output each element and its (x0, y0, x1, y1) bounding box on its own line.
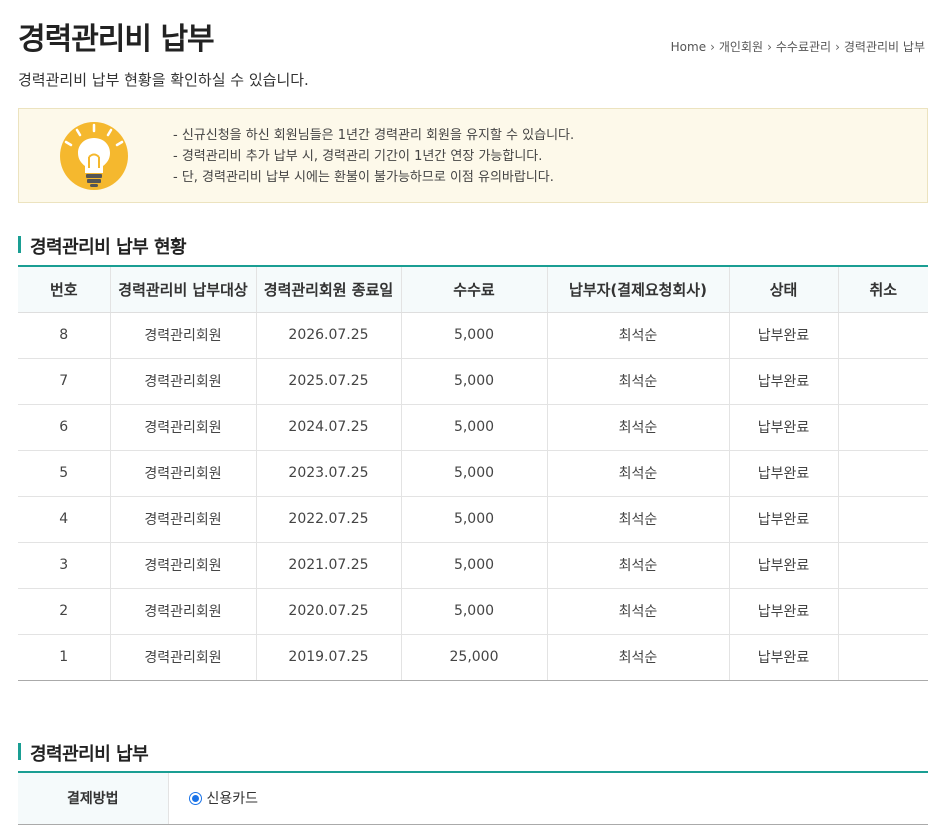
cell-end-date: 2019.07.25 (256, 634, 402, 681)
breadcrumb-separator: › (835, 39, 840, 54)
cell-cancel (838, 634, 928, 681)
cell-status: 납부완료 (729, 450, 839, 497)
cell-target: 경력관리회원 (110, 404, 257, 451)
cell-end-date: 2024.07.25 (256, 404, 402, 451)
cell-cancel (838, 542, 928, 589)
cell-payer: 최석순 (547, 450, 730, 497)
cell-status: 납부완료 (729, 542, 839, 589)
cell-payer: 최석순 (547, 358, 730, 405)
table-row: 7 경력관리회원 2025.07.25 5,000 최석순 납부완료 (18, 358, 928, 405)
cell-status: 납부완료 (729, 404, 839, 451)
cell-number: 5 (18, 450, 111, 497)
cell-number: 6 (18, 404, 111, 451)
radio-selected-dot (191, 794, 199, 802)
col-number: 번호 (18, 265, 111, 313)
payment-method-label: 결제방법 (18, 771, 168, 825)
cell-status: 납부완료 (729, 312, 839, 359)
cell-status: 납부완료 (729, 358, 839, 405)
credit-card-radio-option[interactable]: 신용카드 (188, 788, 259, 808)
cell-fee: 5,000 (401, 588, 548, 635)
notice-line: - 단, 경력관리비 납부 시에는 환불이 불가능하므로 이점 유의바랍니다. (173, 170, 554, 185)
cell-fee: 5,000 (401, 542, 548, 589)
cell-target: 경력관리회원 (110, 496, 257, 543)
col-cancel: 취소 (838, 265, 928, 313)
cell-target: 경력관리회원 (110, 358, 257, 405)
payment-method-options: 신용카드 (167, 771, 928, 825)
cell-status: 납부완료 (729, 588, 839, 635)
history-section-title: 경력관리비 납부 현황 (18, 233, 187, 259)
table-row: 5 경력관리회원 2023.07.25 5,000 최석순 납부완료 (18, 450, 928, 497)
cell-target: 경력관리회원 (110, 542, 257, 589)
cell-target: 경력관리회원 (110, 588, 257, 635)
cell-target: 경력관리회원 (110, 634, 257, 681)
cell-target: 경력관리회원 (110, 450, 257, 497)
cell-end-date: 2023.07.25 (256, 450, 402, 497)
cell-end-date: 2022.07.25 (256, 496, 402, 543)
cell-number: 4 (18, 496, 111, 543)
cell-cancel (838, 496, 928, 543)
cell-payer: 최석순 (547, 634, 730, 681)
col-fee: 수수료 (401, 265, 548, 313)
breadcrumb-separator: › (767, 39, 772, 54)
cell-fee: 25,000 (401, 634, 548, 681)
cell-number: 2 (18, 588, 111, 635)
cell-end-date: 2020.07.25 (256, 588, 402, 635)
history-table: 번호 경력관리비 납부대상 경력관리회원 종료일 수수료 납부자(결제요청회사)… (18, 265, 928, 681)
cell-end-date: 2025.07.25 (256, 358, 402, 405)
cell-payer: 최석순 (547, 542, 730, 589)
cell-fee: 5,000 (401, 450, 548, 497)
cell-status: 납부완료 (729, 496, 839, 543)
cell-cancel (838, 404, 928, 451)
breadcrumb-current: 경력관리비 납부 (843, 40, 925, 54)
notice-line: - 경력관리비 추가 납부 시, 경력관리 기간이 1년간 연장 가능합니다. (173, 149, 543, 164)
lightbulb-icon (60, 122, 128, 190)
payment-table: 결제방법 신용카드 (18, 771, 928, 825)
cell-target: 경력관리회원 (110, 312, 257, 359)
cell-cancel (838, 450, 928, 497)
cell-number: 1 (18, 634, 111, 681)
cell-cancel (838, 588, 928, 635)
cell-fee: 5,000 (401, 496, 548, 543)
history-header-row: 번호 경력관리비 납부대상 경력관리회원 종료일 수수료 납부자(결제요청회사)… (18, 265, 928, 313)
table-row: 3 경력관리회원 2021.07.25 5,000 최석순 납부완료 (18, 542, 928, 589)
breadcrumb-personal-member[interactable]: 개인회원 (719, 38, 763, 55)
cell-payer: 최석순 (547, 496, 730, 543)
cell-cancel (838, 358, 928, 405)
cell-end-date: 2026.07.25 (256, 312, 402, 359)
table-row: 6 경력관리회원 2024.07.25 5,000 최석순 납부완료 (18, 404, 928, 451)
table-row: 2 경력관리회원 2020.07.25 5,000 최석순 납부완료 (18, 588, 928, 635)
payment-section-title: 경력관리비 납부 (18, 740, 149, 766)
table-row: 1 경력관리회원 2019.07.25 25,000 최석순 납부완료 (18, 634, 928, 681)
breadcrumb: Home › 개인회원 › 수수료관리 › 경력관리비 납부 (671, 38, 925, 55)
breadcrumb-home[interactable]: Home (671, 40, 706, 54)
notice-lines: - 신규신청을 하신 회원님들은 1년간 경력관리 회원을 유지할 수 있습니다… (173, 125, 574, 188)
cell-number: 7 (18, 358, 111, 405)
cell-number: 3 (18, 542, 111, 589)
cell-payer: 최석순 (547, 404, 730, 451)
table-row: 4 경력관리회원 2022.07.25 5,000 최석순 납부완료 (18, 496, 928, 543)
cell-cancel (838, 312, 928, 359)
cell-fee: 5,000 (401, 358, 548, 405)
notice-line: - 신규신청을 하신 회원님들은 1년간 경력관리 회원을 유지할 수 있습니다… (173, 128, 575, 143)
credit-card-label: 신용카드 (206, 791, 259, 808)
cell-number: 8 (18, 312, 111, 359)
col-status: 상태 (729, 265, 839, 313)
cell-fee: 5,000 (401, 404, 548, 451)
col-target: 경력관리비 납부대상 (110, 265, 257, 313)
cell-status: 납부완료 (729, 634, 839, 681)
breadcrumb-separator: › (710, 39, 715, 54)
page-description: 경력관리비 납부 현황을 확인하실 수 있습니다. (18, 71, 309, 89)
cell-payer: 최석순 (547, 312, 730, 359)
cell-fee: 5,000 (401, 312, 548, 359)
cell-payer: 최석순 (547, 588, 730, 635)
col-end-date: 경력관리회원 종료일 (256, 265, 402, 313)
payment-method-row: 결제방법 신용카드 (18, 771, 928, 825)
page-title: 경력관리비 납부 (18, 22, 215, 57)
cell-end-date: 2021.07.25 (256, 542, 402, 589)
notice-box: - 신규신청을 하신 회원님들은 1년간 경력관리 회원을 유지할 수 있습니다… (18, 108, 928, 203)
table-row: 8 경력관리회원 2026.07.25 5,000 최석순 납부완료 (18, 312, 928, 359)
credit-card-radio[interactable] (188, 791, 202, 805)
breadcrumb-fee-management[interactable]: 수수료관리 (776, 38, 831, 55)
col-payer: 납부자(결제요청회사) (547, 265, 730, 313)
